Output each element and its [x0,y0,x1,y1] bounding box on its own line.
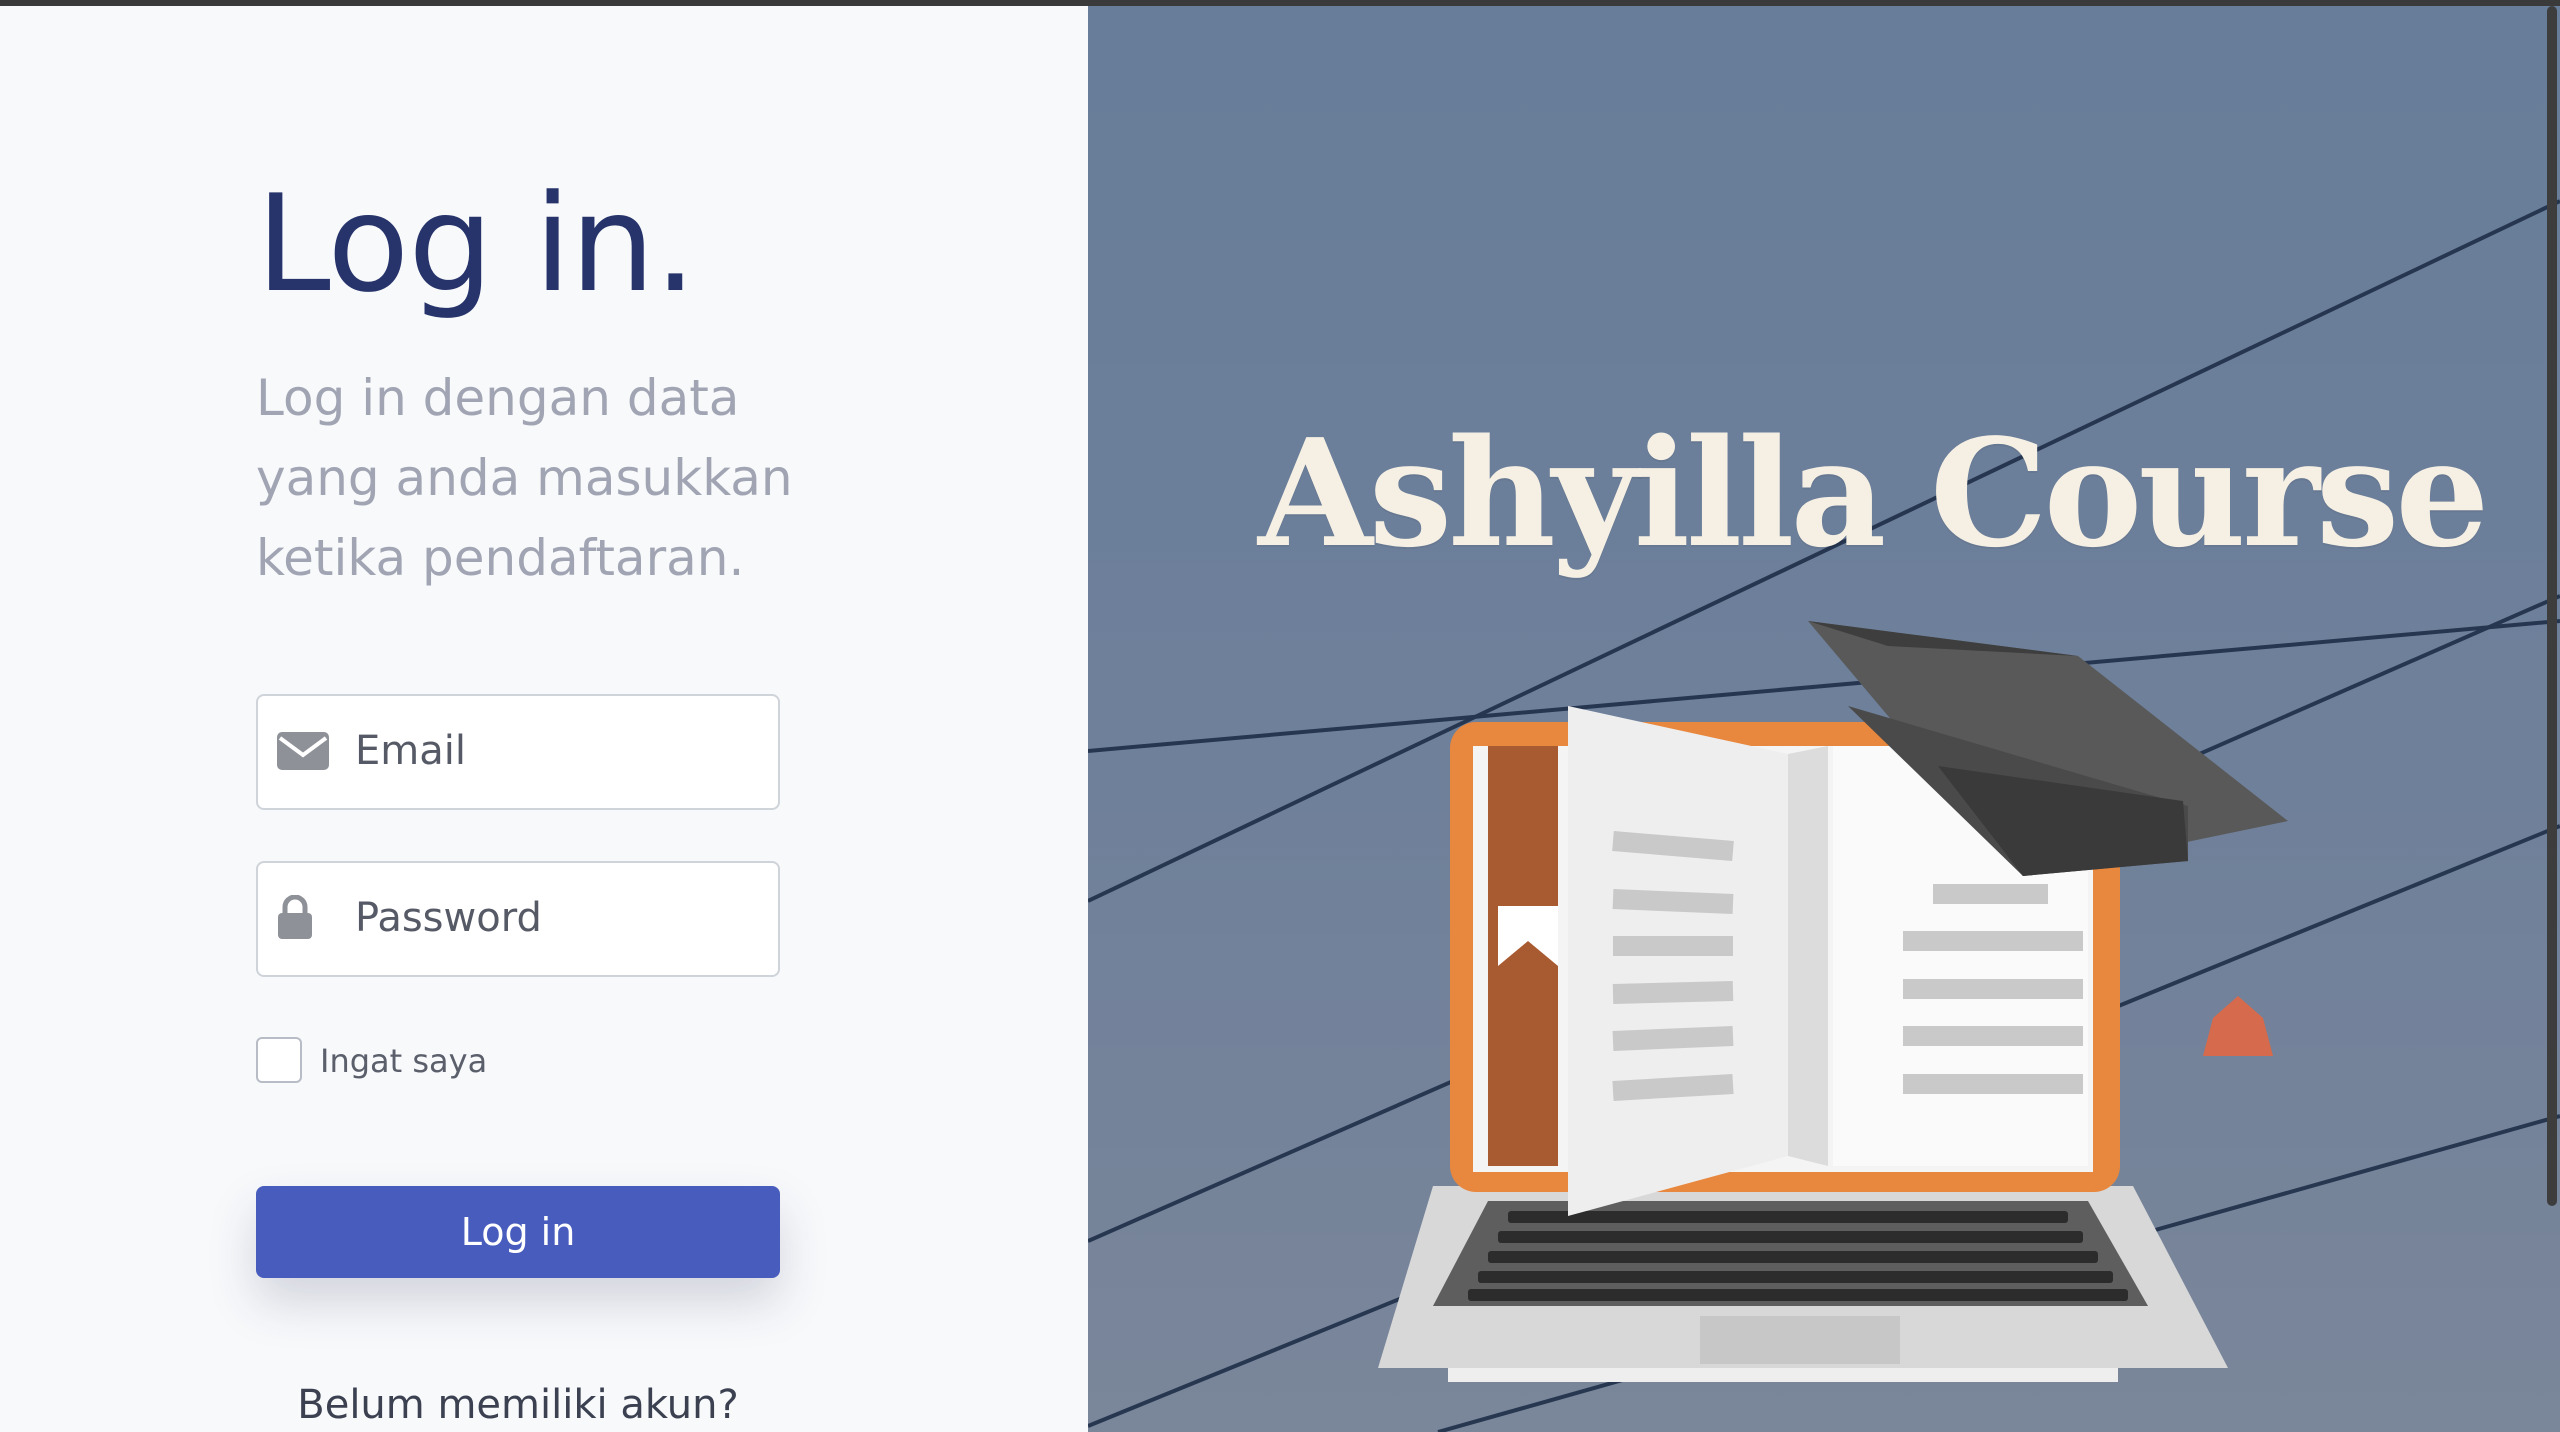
envelope-icon [276,728,330,774]
signup-prompt[interactable]: Belum memiliki akun? [256,1382,780,1428]
email-field[interactable]: Email [256,694,780,810]
page-subtitle: Log in dengan data yang anda masukkan ke… [256,369,793,587]
remember-checkbox[interactable] [256,1037,302,1083]
login-button[interactable]: Log in [256,1186,780,1278]
page-title: Log in. [256,166,697,322]
password-field[interactable]: Password [256,861,780,977]
email-placeholder: Email [355,728,466,774]
lock-icon [276,894,330,941]
scrollbar-thumb[interactable] [2547,6,2557,1206]
hero-illustration [1088,199,2560,1432]
remember-label[interactable]: Ingat saya [320,1042,487,1080]
hero-panel: Ashyilla Course [1088,6,2560,1432]
brand-name: Ashyilla Course [1258,406,2489,580]
login-panel: Log in. Log in dengan data yang anda mas… [0,6,1088,1432]
scrollbar[interactable] [2544,6,2560,1432]
password-placeholder: Password [355,895,542,941]
